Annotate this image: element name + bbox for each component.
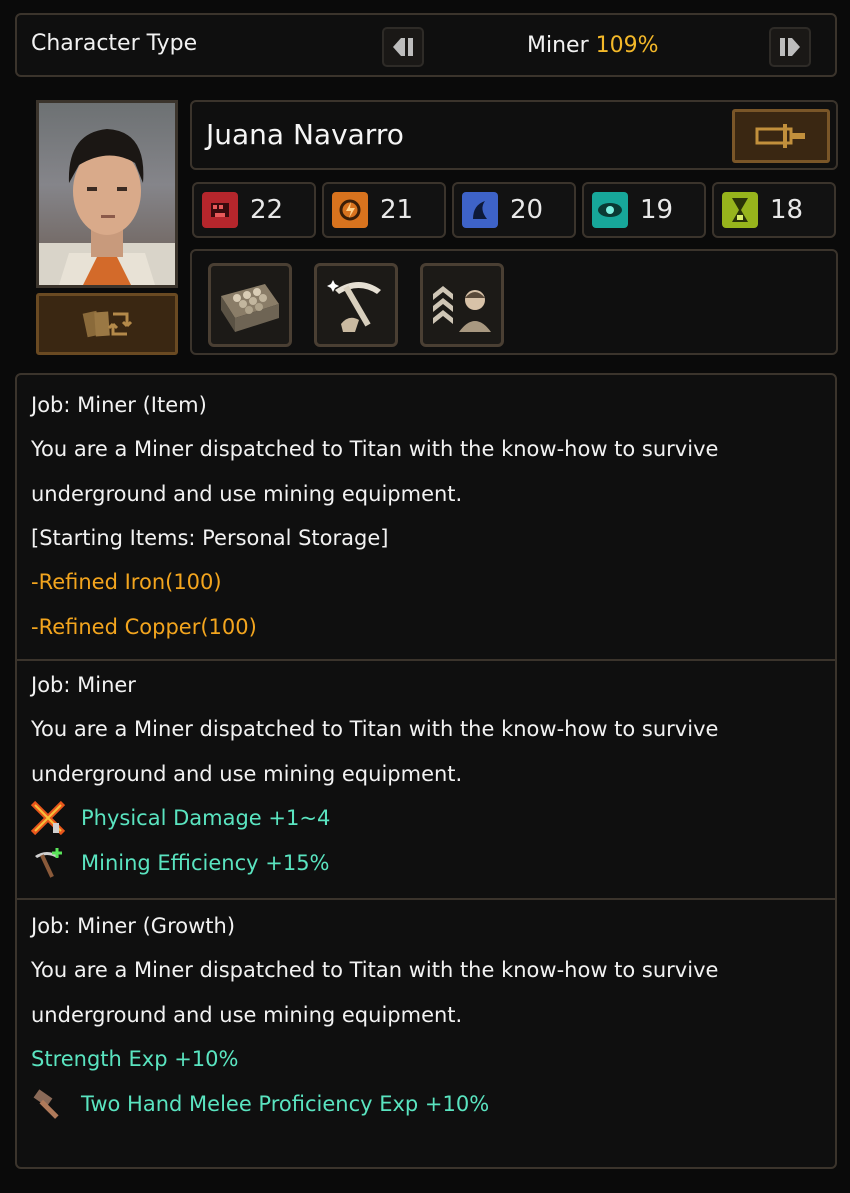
pickaxe-skill-icon (327, 280, 381, 332)
character-name-box: Juana Navarro (190, 100, 838, 170)
section-title: Job: Miner (Item) (31, 393, 207, 417)
stat-value: 20 (510, 195, 544, 225)
two-hand-hammer-icon (31, 1087, 65, 1121)
section-desc-line: You are a Miner dispatched to Titan with… (31, 717, 719, 741)
stat-dexterity: 21 (322, 182, 446, 238)
intelligence-icon (462, 192, 498, 228)
bonus-line: Physical Damage +1~4 (81, 806, 331, 830)
job-percent: 109% (595, 33, 659, 58)
job-section-base: Job: Miner You are a Miner dispatched to… (17, 661, 835, 900)
stat-endurance: 18 (712, 182, 836, 238)
stat-value: 19 (640, 195, 674, 225)
endurance-hourglass-icon (722, 192, 758, 228)
section-title: Job: Miner (Growth) (31, 914, 236, 938)
stat-intelligence: 20 (452, 182, 576, 238)
job-name: Miner (527, 33, 589, 58)
skill-slot-2[interactable] (314, 263, 398, 347)
skills-box (190, 249, 838, 355)
arrow-left-icon (393, 38, 413, 56)
stat-value: 22 (250, 195, 284, 225)
starting-item: -Refined Iron(100) (31, 570, 222, 594)
strength-fist-icon (202, 192, 238, 228)
rank-up-worker-icon (433, 286, 491, 332)
physical-damage-icon (31, 801, 65, 835)
stat-perception: 19 (582, 182, 706, 238)
mining-efficiency-icon (31, 846, 65, 880)
job-section-growth: Job: Miner (Growth) You are a Miner disp… (17, 900, 835, 1145)
starting-items-header: [Starting Items: Personal Storage] (31, 526, 389, 550)
section-desc-line: You are a Miner dispatched to Titan with… (31, 958, 719, 982)
perception-eye-icon (592, 192, 628, 228)
starting-item: -Refined Copper(100) (31, 615, 257, 639)
character-type-label: Character Type (31, 31, 198, 56)
change-appearance-button[interactable] (36, 293, 178, 355)
job-label: Miner 109% (527, 33, 659, 58)
character-type-bar: Character Type Miner 109% (15, 13, 837, 77)
stat-value: 21 (380, 195, 414, 225)
next-type-button[interactable] (769, 27, 811, 67)
section-desc-line: underground and use mining equipment. (31, 762, 463, 786)
section-desc-line: underground and use mining equipment. (31, 482, 463, 506)
skill-slot-3[interactable] (420, 263, 504, 347)
job-section-item: Job: Miner (Item) You are a Miner dispat… (17, 375, 835, 661)
stat-strength: 22 (192, 182, 316, 238)
skill-slot-1[interactable] (208, 263, 292, 347)
bonus-line: Mining Efficiency +15% (81, 851, 330, 875)
bonus-line: Two Hand Melee Proficiency Exp +10% (81, 1092, 490, 1116)
stat-value: 18 (770, 195, 804, 225)
cards-swap-icon (82, 310, 133, 338)
rename-button[interactable] (732, 109, 830, 163)
section-title: Job: Miner (31, 673, 136, 697)
previous-type-button[interactable] (382, 27, 424, 67)
character-portrait (36, 100, 178, 288)
bonus-line: Strength Exp +10% (31, 1047, 239, 1071)
character-name: Juana Navarro (206, 118, 404, 151)
job-description-panel: Job: Miner (Item) You are a Miner dispat… (15, 373, 837, 1169)
rename-tag-icon (755, 124, 805, 148)
section-desc-line: You are a Miner dispatched to Titan with… (31, 437, 719, 461)
section-desc-line: underground and use mining equipment. (31, 1003, 463, 1027)
character-face-image (39, 129, 175, 285)
arrow-right-icon (780, 38, 800, 56)
ore-crate-icon (221, 284, 279, 332)
dexterity-icon (332, 192, 368, 228)
